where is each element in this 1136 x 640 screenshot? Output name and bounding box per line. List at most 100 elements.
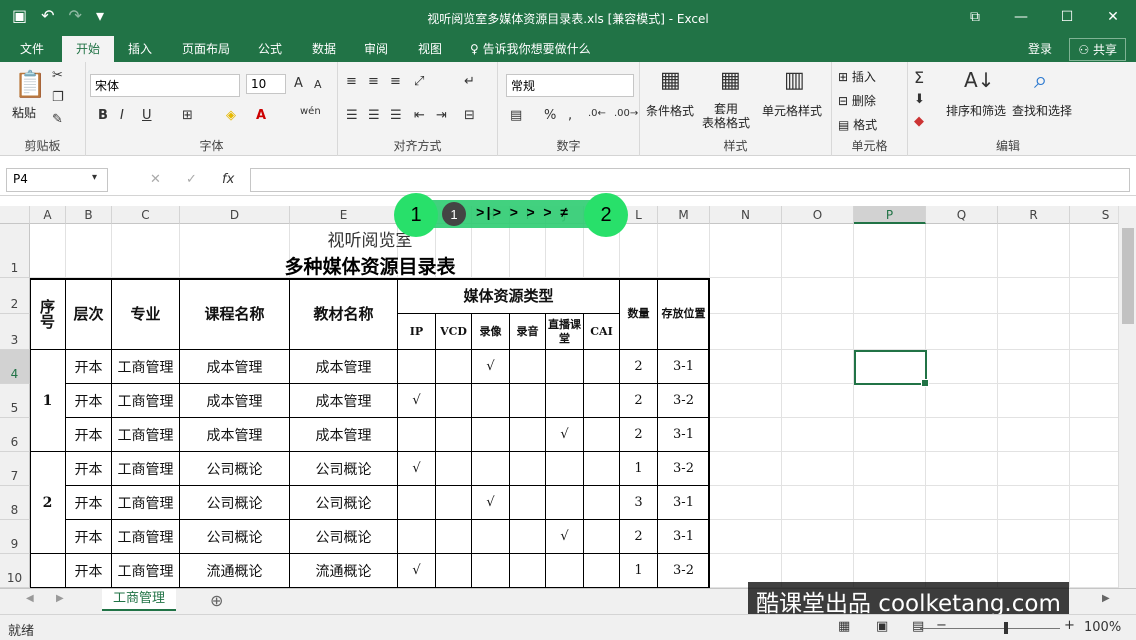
- cell-media-1[interactable]: [436, 520, 472, 554]
- cell-level[interactable]: 开本: [66, 350, 112, 384]
- tell-me-box[interactable]: ♀ 告诉我你想要做什么: [470, 40, 591, 57]
- cell-media-5[interactable]: [584, 350, 620, 384]
- share-button[interactable]: ⚇ 共享: [1069, 38, 1126, 61]
- cell-media-4[interactable]: [546, 452, 584, 486]
- select-all-corner[interactable]: [0, 206, 30, 224]
- row-header-8[interactable]: 8: [0, 486, 30, 520]
- align-top-icon[interactable]: ≡: [346, 74, 357, 89]
- cell-media-1[interactable]: [436, 452, 472, 486]
- tab-review[interactable]: 审阅: [364, 40, 388, 57]
- cell-media-4[interactable]: [546, 486, 584, 520]
- tab-view[interactable]: 视图: [418, 40, 442, 57]
- shrink-font-icon[interactable]: A: [314, 78, 322, 91]
- cell-textbook[interactable]: 流通概论: [290, 554, 398, 588]
- accounting-format-icon[interactable]: ▤: [510, 108, 522, 123]
- vertical-scroll-thumb[interactable]: [1122, 228, 1134, 324]
- wrap-text-icon[interactable]: ↵: [464, 74, 475, 89]
- cell-textbook[interactable]: 公司概论: [290, 486, 398, 520]
- column-header-e[interactable]: E: [290, 206, 398, 224]
- column-header-d[interactable]: D: [180, 206, 290, 224]
- insert-function-icon[interactable]: fx: [222, 172, 234, 187]
- cell-media-0[interactable]: √: [398, 452, 436, 486]
- decrease-decimal-icon[interactable]: .00→: [614, 108, 638, 119]
- restore-button[interactable]: ☐: [1044, 0, 1090, 34]
- paste-icon[interactable]: 📋: [14, 70, 46, 100]
- cell-media-2[interactable]: [472, 554, 510, 588]
- scroll-right-icon[interactable]: ▶: [1102, 593, 1110, 604]
- zoom-slider-handle[interactable]: [1004, 622, 1008, 634]
- cell-media-3[interactable]: [510, 486, 546, 520]
- tab-insert[interactable]: 插入: [128, 40, 152, 57]
- copy-icon[interactable]: ❐: [52, 90, 64, 105]
- selected-cell-p4[interactable]: [854, 350, 929, 387]
- table-format-button[interactable]: 套用 表格格式: [702, 102, 750, 130]
- cell-media-5[interactable]: [584, 452, 620, 486]
- close-button[interactable]: ✕: [1090, 0, 1136, 34]
- font-name-select[interactable]: 宋体: [90, 74, 240, 97]
- cell-location[interactable]: 3-2: [658, 554, 710, 588]
- percent-button[interactable]: %: [544, 108, 556, 123]
- find-select-button[interactable]: 查找和选择: [1012, 102, 1072, 119]
- header-media-type[interactable]: 媒体资源类型: [398, 278, 620, 314]
- normal-view-icon[interactable]: ▦: [838, 619, 850, 634]
- increase-indent-icon[interactable]: ⇥: [436, 108, 447, 123]
- row-header-2[interactable]: 2: [0, 278, 30, 314]
- cell-level[interactable]: 开本: [66, 384, 112, 418]
- tab-home[interactable]: 开始: [62, 36, 115, 62]
- row-header-9[interactable]: 9: [0, 520, 30, 554]
- cell-media-0[interactable]: √: [398, 554, 436, 588]
- cell-major[interactable]: 工商管理: [112, 452, 180, 486]
- paste-button[interactable]: 粘贴: [12, 104, 36, 121]
- cell-media-1[interactable]: [436, 384, 472, 418]
- clear-icon[interactable]: ◆: [914, 114, 924, 129]
- header-media-0[interactable]: IP: [398, 314, 436, 350]
- row-header-10[interactable]: 10: [0, 554, 30, 588]
- enter-icon[interactable]: ✓: [186, 172, 197, 187]
- header-qty[interactable]: 数量: [620, 278, 658, 350]
- cell-media-3[interactable]: [510, 520, 546, 554]
- cell-media-2[interactable]: [472, 520, 510, 554]
- cell-media-0[interactable]: [398, 486, 436, 520]
- sheet-title-2[interactable]: 多种媒体资源目录表: [30, 252, 710, 279]
- cell-textbook[interactable]: 成本管理: [290, 384, 398, 418]
- cell-styles-icon[interactable]: ▥: [784, 68, 805, 93]
- cell-media-4[interactable]: [546, 554, 584, 588]
- grow-font-icon[interactable]: A: [294, 76, 303, 91]
- tab-formulas[interactable]: 公式: [258, 40, 282, 57]
- cell-media-3[interactable]: [510, 384, 546, 418]
- cell-media-3[interactable]: [510, 452, 546, 486]
- header-media-2[interactable]: 录像: [472, 314, 510, 350]
- name-box-dropdown-icon[interactable]: ▾: [92, 172, 97, 183]
- format-painter-icon[interactable]: ✎: [52, 112, 63, 127]
- zoom-out-button[interactable]: −: [936, 618, 947, 633]
- fill-icon[interactable]: ⬇: [914, 92, 925, 107]
- header-level[interactable]: 层次: [66, 278, 112, 350]
- cell-media-2[interactable]: √: [472, 486, 510, 520]
- login-link[interactable]: 登录: [1028, 40, 1052, 57]
- cell-location[interactable]: 3-2: [658, 452, 710, 486]
- cell-media-0[interactable]: [398, 350, 436, 384]
- find-icon[interactable]: ⌕: [1034, 66, 1047, 94]
- cell-media-2[interactable]: [472, 384, 510, 418]
- cell-course[interactable]: 成本管理: [180, 350, 290, 384]
- formula-input[interactable]: [250, 168, 1130, 192]
- cell-qty[interactable]: 2: [620, 350, 658, 384]
- conditional-format-button[interactable]: 条件格式: [646, 102, 694, 119]
- cell-media-5[interactable]: [584, 384, 620, 418]
- prev-sheet-icon[interactable]: ◀: [26, 593, 34, 604]
- header-media-4[interactable]: 直播课堂: [546, 314, 584, 350]
- row-header-6[interactable]: 6: [0, 418, 30, 452]
- cancel-icon[interactable]: ✕: [150, 172, 161, 187]
- cell-media-4[interactable]: √: [546, 520, 584, 554]
- cell-qty[interactable]: 1: [620, 554, 658, 588]
- cell-media-3[interactable]: [510, 554, 546, 588]
- align-bottom-icon[interactable]: ≡: [390, 74, 401, 89]
- cell-media-0[interactable]: [398, 520, 436, 554]
- header-location[interactable]: 存放位置: [658, 278, 710, 350]
- zoom-level[interactable]: 100%: [1084, 620, 1121, 635]
- comma-button[interactable]: ,: [568, 108, 572, 123]
- page-break-view-icon[interactable]: ▤: [912, 619, 924, 634]
- zoom-in-button[interactable]: +: [1064, 618, 1075, 633]
- cell-location[interactable]: 3-2: [658, 384, 710, 418]
- bold-button[interactable]: B: [98, 108, 108, 123]
